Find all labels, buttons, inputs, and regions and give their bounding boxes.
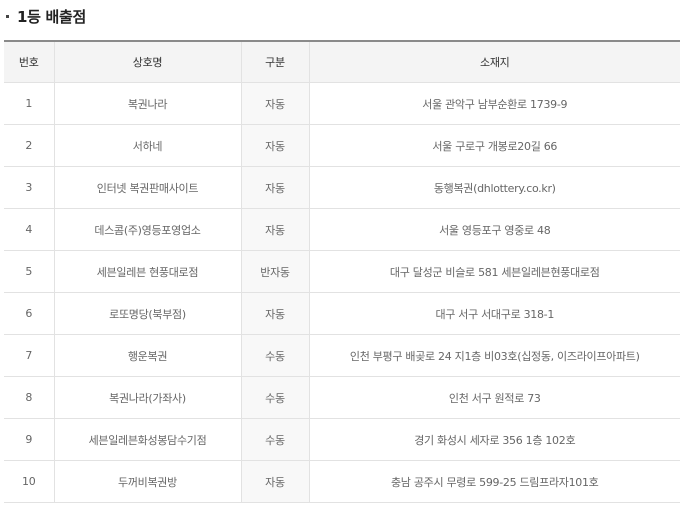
row-address: 서울 관악구 남부순환로 1739-9 (308, 82, 680, 125)
section-heading: 1등 배출점 (0, 5, 86, 27)
table-row: 2 서하네 자동 서울 구로구 개봉로20길 66 (4, 124, 680, 167)
row-number: 8 (4, 376, 54, 419)
row-type: 수동 (240, 334, 309, 377)
row-store-name: 복권나라(가좌사) (53, 376, 241, 419)
header-store-name: 상호명 (53, 41, 241, 83)
row-address: 인천 서구 원적로 73 (308, 376, 680, 419)
table-header-row: 번호 상호명 구분 소재지 (4, 41, 680, 83)
row-address: 서울 구로구 개봉로20길 66 (308, 124, 680, 167)
winning-stores-page: 1등 배출점 번호 상호명 구분 소재지 1 복권나라 자동 서울 관악구 남부… (0, 0, 680, 508)
row-number: 1 (4, 82, 54, 125)
row-store-name: 로또명당(북부점) (53, 292, 241, 335)
header-type: 구분 (240, 41, 309, 83)
row-type: 자동 (240, 292, 309, 335)
row-type: 자동 (240, 460, 309, 503)
row-number: 6 (4, 292, 54, 335)
row-store-name: 세븐일레븐 현풍대로점 (53, 250, 241, 293)
row-store-name: 서하네 (53, 124, 241, 167)
winning-stores-table: 번호 상호명 구분 소재지 1 복권나라 자동 서울 관악구 남부순환로 173… (4, 40, 680, 503)
row-store-name: 데스콤(주)영등포영업소 (53, 208, 241, 251)
row-type: 자동 (240, 124, 309, 167)
section-title: 1등 배출점 (17, 7, 87, 26)
table-row: 1 복권나라 자동 서울 관악구 남부순환로 1739-9 (4, 82, 680, 125)
row-number: 4 (4, 208, 54, 251)
table-row: 9 세븐일레븐화성봉담수기점 수동 경기 화성시 세자로 356 1층 102호 (4, 418, 680, 461)
row-store-name: 복권나라 (53, 82, 241, 125)
row-address: 서울 영등포구 영중로 48 (308, 208, 680, 251)
row-store-name: 인터넷 복권판매사이트 (53, 166, 241, 209)
row-number: 9 (4, 418, 54, 461)
header-number: 번호 (4, 41, 54, 83)
row-type: 자동 (240, 166, 309, 209)
row-address: 대구 서구 서대구로 318-1 (308, 292, 680, 335)
row-store-name: 두꺼비복권방 (53, 460, 241, 503)
table-row: 10 두꺼비복권방 자동 충남 공주시 무령로 599-25 드림프라자101호 (4, 460, 680, 503)
table-row: 8 복권나라(가좌사) 수동 인천 서구 원적로 73 (4, 376, 680, 419)
bullet-icon (6, 14, 9, 18)
row-store-name: 행운복권 (53, 334, 241, 377)
row-type: 수동 (240, 376, 309, 419)
row-number: 5 (4, 250, 54, 293)
row-address: 대구 달성군 비슬로 581 세븐일레븐현풍대로점 (308, 250, 680, 293)
row-number: 3 (4, 166, 54, 209)
row-type: 수동 (240, 418, 309, 461)
table-row: 3 인터넷 복권판매사이트 자동 동행복권(dhlottery.co.kr) (4, 166, 680, 209)
row-number: 7 (4, 334, 54, 377)
row-type: 자동 (240, 208, 309, 251)
row-type: 반자동 (240, 250, 309, 293)
row-address: 경기 화성시 세자로 356 1층 102호 (308, 418, 680, 461)
row-address: 인천 부평구 배곶로 24 지1층 비03호(십정동, 이즈라이프아파트) (308, 334, 680, 377)
row-type: 자동 (240, 82, 309, 125)
table-row: 4 데스콤(주)영등포영업소 자동 서울 영등포구 영중로 48 (4, 208, 680, 251)
row-address: 충남 공주시 무령로 599-25 드림프라자101호 (308, 460, 680, 503)
row-address: 동행복권(dhlottery.co.kr) (308, 166, 680, 209)
header-address: 소재지 (308, 41, 680, 83)
table-row: 5 세븐일레븐 현풍대로점 반자동 대구 달성군 비슬로 581 세븐일레븐현풍… (4, 250, 680, 293)
row-number: 2 (4, 124, 54, 167)
row-store-name: 세븐일레븐화성봉담수기점 (53, 418, 241, 461)
table-row: 7 행운복권 수동 인천 부평구 배곶로 24 지1층 비03호(십정동, 이즈… (4, 334, 680, 377)
row-number: 10 (4, 460, 54, 503)
table-row: 6 로또명당(북부점) 자동 대구 서구 서대구로 318-1 (4, 292, 680, 335)
